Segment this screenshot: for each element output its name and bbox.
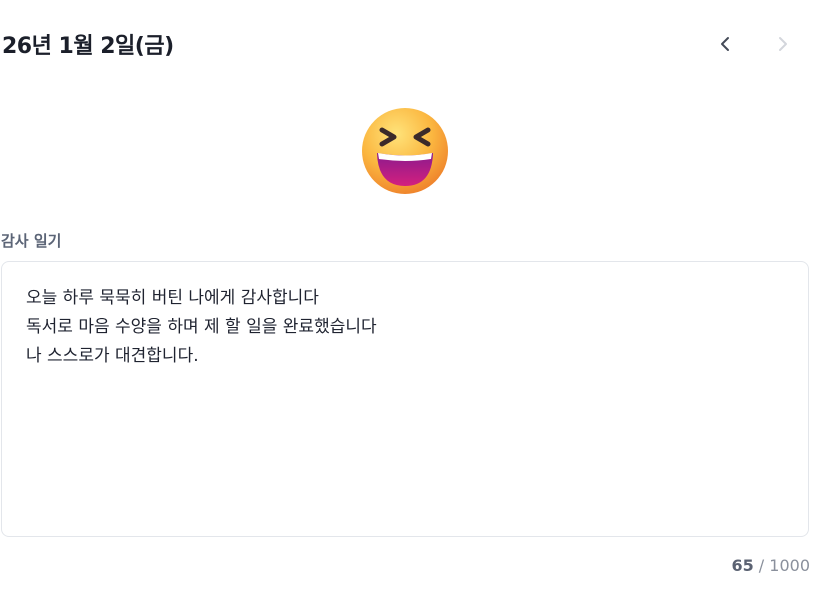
diary-header: 26년 1월 2일(금) <box>0 0 827 90</box>
grinning-squinting-face-icon <box>360 108 450 200</box>
character-limit: 1000 <box>769 556 810 575</box>
character-count: 65 <box>731 556 754 575</box>
previous-day-button[interactable] <box>707 26 743 62</box>
counter-separator: / <box>753 556 770 575</box>
character-counter: 65 / 1000 <box>731 556 810 575</box>
diary-textarea[interactable]: 오늘 하루 묵묵히 버틴 나에게 감사합니다 독서로 마음 수양을 하며 제 할… <box>1 261 809 537</box>
diary-text-line: 독서로 마음 수양을 하며 제 할 일을 완료했습니다 <box>26 317 377 337</box>
chevron-left-icon <box>718 35 732 53</box>
mood-emoji-button[interactable] <box>360 106 450 196</box>
next-day-button[interactable] <box>765 26 801 62</box>
diary-label: 감사 일기 <box>1 232 62 250</box>
diary-text-line: 나 스스로가 대견합니다. <box>26 346 199 366</box>
diary-text-line: 오늘 하루 묵묵히 버틴 나에게 감사합니다 <box>26 288 319 308</box>
date-title: 26년 1월 2일(금) <box>2 34 174 59</box>
chevron-right-icon <box>776 35 790 53</box>
